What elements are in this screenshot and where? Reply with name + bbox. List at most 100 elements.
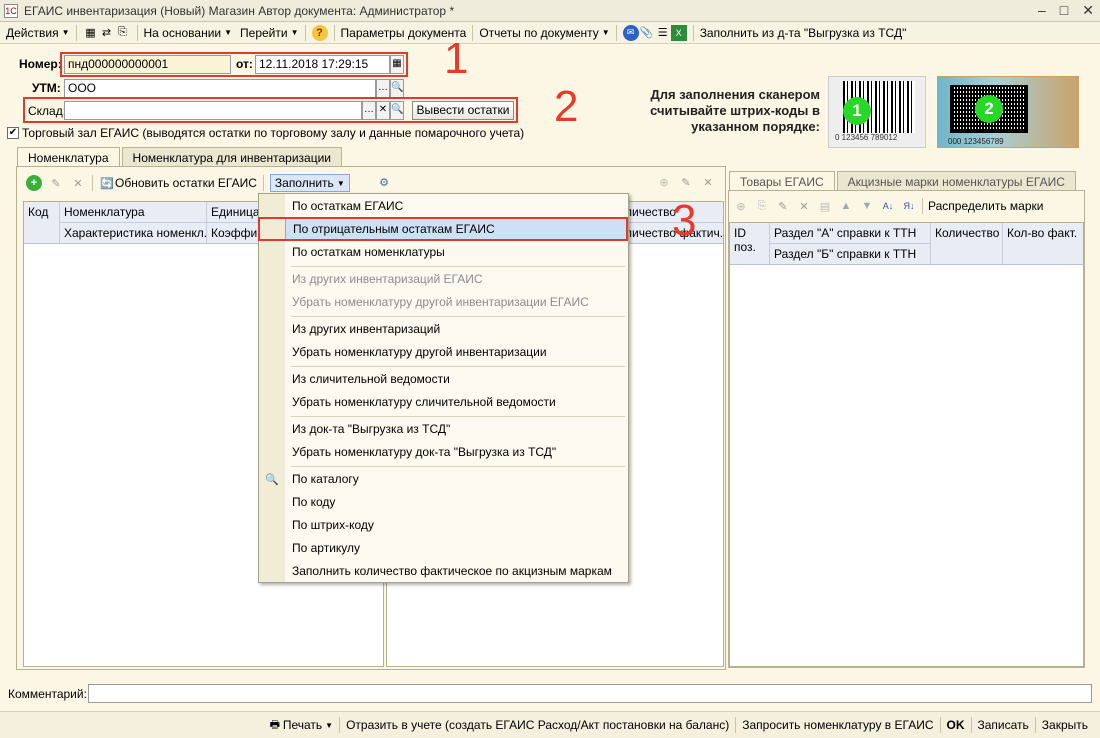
app-icon: 1С: [4, 3, 18, 18]
right-panel-toolbar: ⊕ ⎘ ✎ ✕ ▤ ▲ ▼ A↓ Я↓ Распределить марки: [733, 198, 1043, 214]
save-icon[interactable]: ▤: [817, 198, 833, 214]
column-header-section-a[interactable]: Раздел "А" справки к ТТН: [770, 223, 931, 244]
menu-item-nomenclature-stock[interactable]: По остаткам номенклатуры: [285, 241, 628, 264]
refresh-stock-button[interactable]: 🔄 Обновить остатки ЕГАИС: [99, 175, 257, 191]
menu-item-fill-by-excise-marks[interactable]: Заполнить количество фактическое по акци…: [285, 560, 628, 583]
menu-item-by-article[interactable]: По артикулу: [285, 537, 628, 560]
toolbar-divider: [136, 24, 138, 41]
column-header-quantity[interactable]: Количество: [931, 223, 1003, 265]
menu-item-by-catalog[interactable]: По каталогу: [285, 468, 628, 491]
search-icon[interactable]: 🔍: [390, 79, 404, 98]
menu-item-reconciliation-sheet[interactable]: Из сличительной ведомости: [285, 368, 628, 391]
tab-nomenclature[interactable]: Номенклатура: [17, 147, 120, 167]
left-panel-toolbar: + ✎ ✕ 🔄 Обновить остатки ЕГАИС Заполнить ▼: [26, 174, 350, 192]
print-menu[interactable]: 🖶 Печать ▼: [261, 717, 339, 733]
reports-menu[interactable]: Отчеты по документу ▼: [475, 23, 613, 43]
add-icon[interactable]: +: [26, 175, 42, 191]
column-header-qty-fact[interactable]: Кол-во факт.: [1003, 223, 1083, 265]
number-label: Номер:: [19, 57, 62, 71]
arrow-down-icon[interactable]: ▼: [859, 198, 875, 214]
menu-item-remove-tsd[interactable]: Убрать номенклатуру док-та "Выгрузка из …: [285, 441, 628, 464]
table-settings-icon[interactable]: ⚙: [376, 174, 392, 190]
scanner-hint-line: указанном порядке:: [691, 119, 820, 134]
trade-hall-row: ✔ Торговый зал ЕГАИС (выводятся остатки …: [7, 126, 524, 140]
annotation-1: 1: [444, 34, 469, 83]
copy-icon[interactable]: ⎘: [754, 198, 770, 214]
edit-icon[interactable]: ✎: [678, 174, 694, 190]
menu-item-by-code[interactable]: По коду: [285, 491, 628, 514]
toolbar-divider: [922, 198, 923, 214]
trade-hall-label: Торговый зал ЕГАИС (выводятся остатки по…: [22, 126, 525, 140]
menu-divider: [291, 316, 625, 317]
excel-icon[interactable]: X: [670, 24, 687, 41]
reports-label: Отчеты по документу: [479, 25, 599, 40]
sort-asc-icon[interactable]: A↓: [880, 198, 896, 214]
menu-item-by-barcode[interactable]: По штрих-коду: [285, 514, 628, 537]
distribute-marks-button[interactable]: Распределить марки: [928, 199, 1043, 213]
menu-item-other-inventories[interactable]: Из других инвентаризаций: [285, 318, 628, 341]
right-tabs: Товары ЕГАИС Акцизные марки номенклатуры…: [729, 171, 1076, 191]
column-header-section-b[interactable]: Раздел "Б" справки к ТТН: [770, 244, 931, 265]
post-document-icon[interactable]: ▦: [83, 25, 99, 41]
menu-item-remove-egais-inventory: Убрать номенклатуру другой инвентаризаци…: [292, 295, 589, 309]
menu-item-from-tsd[interactable]: Из док-та "Выгрузка из ТСД": [285, 418, 628, 441]
copy-document-icon[interactable]: ⎘: [115, 25, 131, 41]
add-icon[interactable]: ⊕: [656, 174, 672, 190]
toolbar-divider: [692, 24, 694, 41]
menu-item-egais-stock[interactable]: По остаткам ЕГАИС: [285, 195, 628, 218]
attachment-icon[interactable]: 📎: [639, 25, 655, 41]
mail-icon[interactable]: ✉: [622, 24, 639, 41]
save-button[interactable]: Записать: [972, 718, 1035, 732]
tab-excise-marks[interactable]: Акцизные марки номенклатуры ЕГАИС: [836, 171, 1076, 191]
toolbar-icon-group: ▦ ⇄ ⎘: [79, 23, 135, 43]
help-button[interactable]: ?: [308, 23, 332, 43]
delete-icon[interactable]: ✕: [700, 174, 716, 190]
title-bar: 1С ЕГАИС инвентаризация (Новый) Магазин …: [0, 0, 1100, 22]
close-button[interactable]: Закрыть: [1036, 718, 1094, 732]
minimize-icon[interactable]: –: [1038, 2, 1046, 19]
based-on-menu[interactable]: На основании ▼: [140, 23, 237, 43]
actions-menu[interactable]: Действия ▼: [2, 23, 74, 43]
close-icon[interactable]: ✕: [1082, 2, 1094, 19]
structure-icon[interactable]: ☰: [655, 25, 671, 41]
column-header-characteristic[interactable]: Характеристика номенкл...: [60, 223, 207, 244]
move-icon[interactable]: ⇄: [99, 25, 115, 41]
edit-icon[interactable]: ✎: [775, 198, 791, 214]
tab-nomenclature-inventory[interactable]: Номенклатура для инвентаризации: [121, 147, 342, 167]
delete-icon[interactable]: ✕: [796, 198, 812, 214]
printer-icon: 🖶: [269, 718, 281, 731]
column-header-nomenclature[interactable]: Номенклатура: [60, 202, 207, 223]
maximize-icon[interactable]: □: [1060, 2, 1068, 19]
annotation-2: 2: [554, 82, 579, 131]
utm-field[interactable]: ООО: [64, 79, 376, 98]
column-header-code[interactable]: Код: [24, 202, 60, 244]
goto-menu[interactable]: Перейти ▼: [236, 23, 302, 43]
menu-item-remove-reconciliation[interactable]: Убрать номенклатуру сличительной ведомос…: [285, 391, 628, 414]
sort-desc-icon[interactable]: Я↓: [901, 198, 917, 214]
comment-field[interactable]: [88, 684, 1092, 703]
menu-item-remove-inventory[interactable]: Убрать номенклатуру другой инвентаризаци…: [285, 341, 628, 364]
menu-item-other-egais-inventories: Из других инвентаризаций ЕГАИС: [292, 272, 483, 286]
delete-icon[interactable]: ✕: [70, 175, 86, 191]
reflect-in-accounting-button[interactable]: Отразить в учете (создать ЕГАИС Расход/А…: [340, 718, 735, 732]
arrow-up-icon[interactable]: ▲: [838, 198, 854, 214]
barcode-image-1: 0 123456 789012 1: [828, 76, 926, 148]
ok-button[interactable]: OK: [941, 718, 971, 732]
chevron-down-icon: ▼: [325, 720, 334, 730]
fill-from-tsd-button[interactable]: Заполнить из д-та "Выгрузка из ТСД": [696, 23, 911, 43]
trade-hall-checkbox[interactable]: ✔: [7, 127, 19, 139]
fill-dropdown-button[interactable]: Заполнить ▼: [269, 174, 350, 192]
column-header-id[interactable]: ID поз.: [730, 223, 770, 265]
barcode-image-2: 000 123456789 2: [937, 76, 1079, 148]
annotation-3: 3: [672, 196, 697, 245]
table-header: ID поз. Раздел "А" справки к ТТН Раздел …: [730, 223, 1083, 265]
request-nomenclature-button[interactable]: Запросить номенклатуру в ЕГАИС: [736, 718, 939, 732]
refresh-stock-label: Обновить остатки ЕГАИС: [115, 176, 257, 190]
edit-icon[interactable]: ✎: [48, 175, 64, 191]
window-controls: – □ ✕: [1038, 2, 1094, 19]
bottom-bar: 🖶 Печать ▼ Отразить в учете (создать ЕГАИС…: [0, 711, 1100, 738]
tab-egais-goods[interactable]: Товары ЕГАИС: [729, 171, 835, 191]
actions-label: Действия: [6, 25, 59, 40]
add-icon[interactable]: ⊕: [733, 198, 749, 214]
select-icon[interactable]: …: [376, 79, 390, 98]
